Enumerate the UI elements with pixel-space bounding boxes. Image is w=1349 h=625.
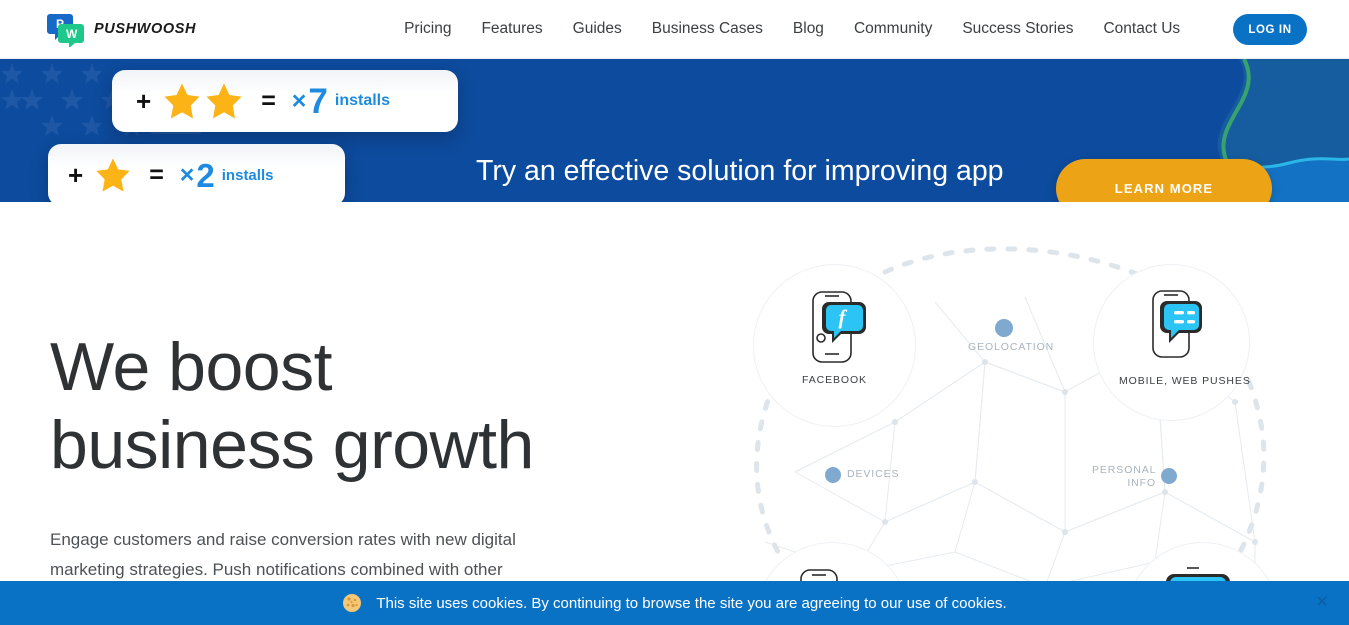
personal-info-node-label: PERSONAL INFO bbox=[1092, 464, 1157, 489]
logo-link[interactable]: P W PUSHWOOSH bbox=[47, 11, 197, 48]
cookie-banner: This site uses cookies. By continuing to… bbox=[0, 581, 1349, 625]
mobile-push-phone-icon bbox=[1152, 290, 1202, 358]
nav-item-business-cases[interactable]: Business Cases bbox=[650, 16, 765, 42]
nav-item-blog[interactable]: Blog bbox=[791, 16, 826, 42]
nav-item-community[interactable]: Community bbox=[852, 16, 934, 42]
page-root: P W PUSHWOOSH Pricing Features Guides Bu… bbox=[0, 0, 1349, 625]
facebook-phone-icon: f bbox=[812, 291, 866, 363]
nav-item-guides[interactable]: Guides bbox=[571, 16, 624, 42]
nav-item-success-stories[interactable]: Success Stories bbox=[960, 16, 1075, 42]
promo-headline: Try an effective solution for improving … bbox=[476, 155, 1004, 202]
cookie-banner-content: This site uses cookies. By continuing to… bbox=[342, 593, 1007, 613]
multiply-sign: × bbox=[179, 160, 195, 189]
equals-sign: = bbox=[149, 160, 164, 189]
svg-text:W: W bbox=[66, 27, 78, 41]
installs-label: installs bbox=[221, 166, 274, 184]
geolocation-node-label: GEOLOCATION bbox=[968, 341, 1055, 353]
mobile-push-node-label: MOBILE, WEB PUSHES bbox=[1119, 375, 1251, 387]
star-icon bbox=[206, 83, 242, 119]
rating-card: + = × 2 installs bbox=[48, 144, 345, 202]
hero-section: We boost business growth Engage customer… bbox=[0, 202, 1349, 625]
rating-card: + = × 7 installs bbox=[112, 70, 458, 132]
star-icon bbox=[96, 158, 130, 192]
cookie-close-button[interactable]: ✕ bbox=[1313, 594, 1331, 612]
geolocation-node-dot bbox=[995, 319, 1013, 337]
equals-sign: = bbox=[261, 86, 276, 115]
site-header: P W PUSHWOOSH Pricing Features Guides Bu… bbox=[0, 0, 1349, 59]
installs-multiplier: 2 bbox=[196, 156, 215, 194]
devices-node-dot bbox=[825, 467, 841, 483]
star-group bbox=[93, 155, 133, 195]
nav-item-pricing[interactable]: Pricing bbox=[402, 16, 453, 42]
personal-info-node-dot bbox=[1161, 468, 1177, 484]
hero-subtitle: Engage customers and raise conversion ra… bbox=[50, 530, 516, 579]
pushwoosh-logo-icon: P W bbox=[47, 11, 85, 48]
login-button[interactable]: LOG IN bbox=[1233, 14, 1307, 45]
promo-banner: + = × 7 installs + = × 2 installs Try an… bbox=[0, 59, 1349, 202]
multiply-sign: × bbox=[291, 86, 307, 115]
main-navigation: Pricing Features Guides Business Cases B… bbox=[402, 16, 1182, 42]
nav-item-features[interactable]: Features bbox=[479, 16, 544, 42]
facebook-node-label: FACEBOOK bbox=[802, 374, 867, 386]
installs-multiplier: 7 bbox=[308, 81, 328, 121]
plus-sign: + bbox=[68, 160, 84, 190]
cookie-icon bbox=[343, 594, 362, 612]
network-illustration: f FACEBOOK MOBILE, WEB PUSHES GEOLOCATIO… bbox=[735, 242, 1295, 625]
installs-label: installs bbox=[334, 92, 391, 109]
page-title: We boost business growth bbox=[50, 329, 534, 483]
nav-item-contact-us[interactable]: Contact Us bbox=[1101, 16, 1182, 42]
star-icon bbox=[164, 83, 200, 119]
star-group bbox=[161, 80, 245, 122]
logo-wordmark: PUSHWOOSH bbox=[94, 21, 197, 37]
plus-sign: + bbox=[136, 86, 152, 116]
cookie-message: This site uses cookies. By continuing to… bbox=[376, 594, 1007, 612]
learn-more-button[interactable]: LEARN MORE bbox=[1056, 159, 1272, 202]
devices-node-label: DEVICES bbox=[847, 468, 900, 480]
